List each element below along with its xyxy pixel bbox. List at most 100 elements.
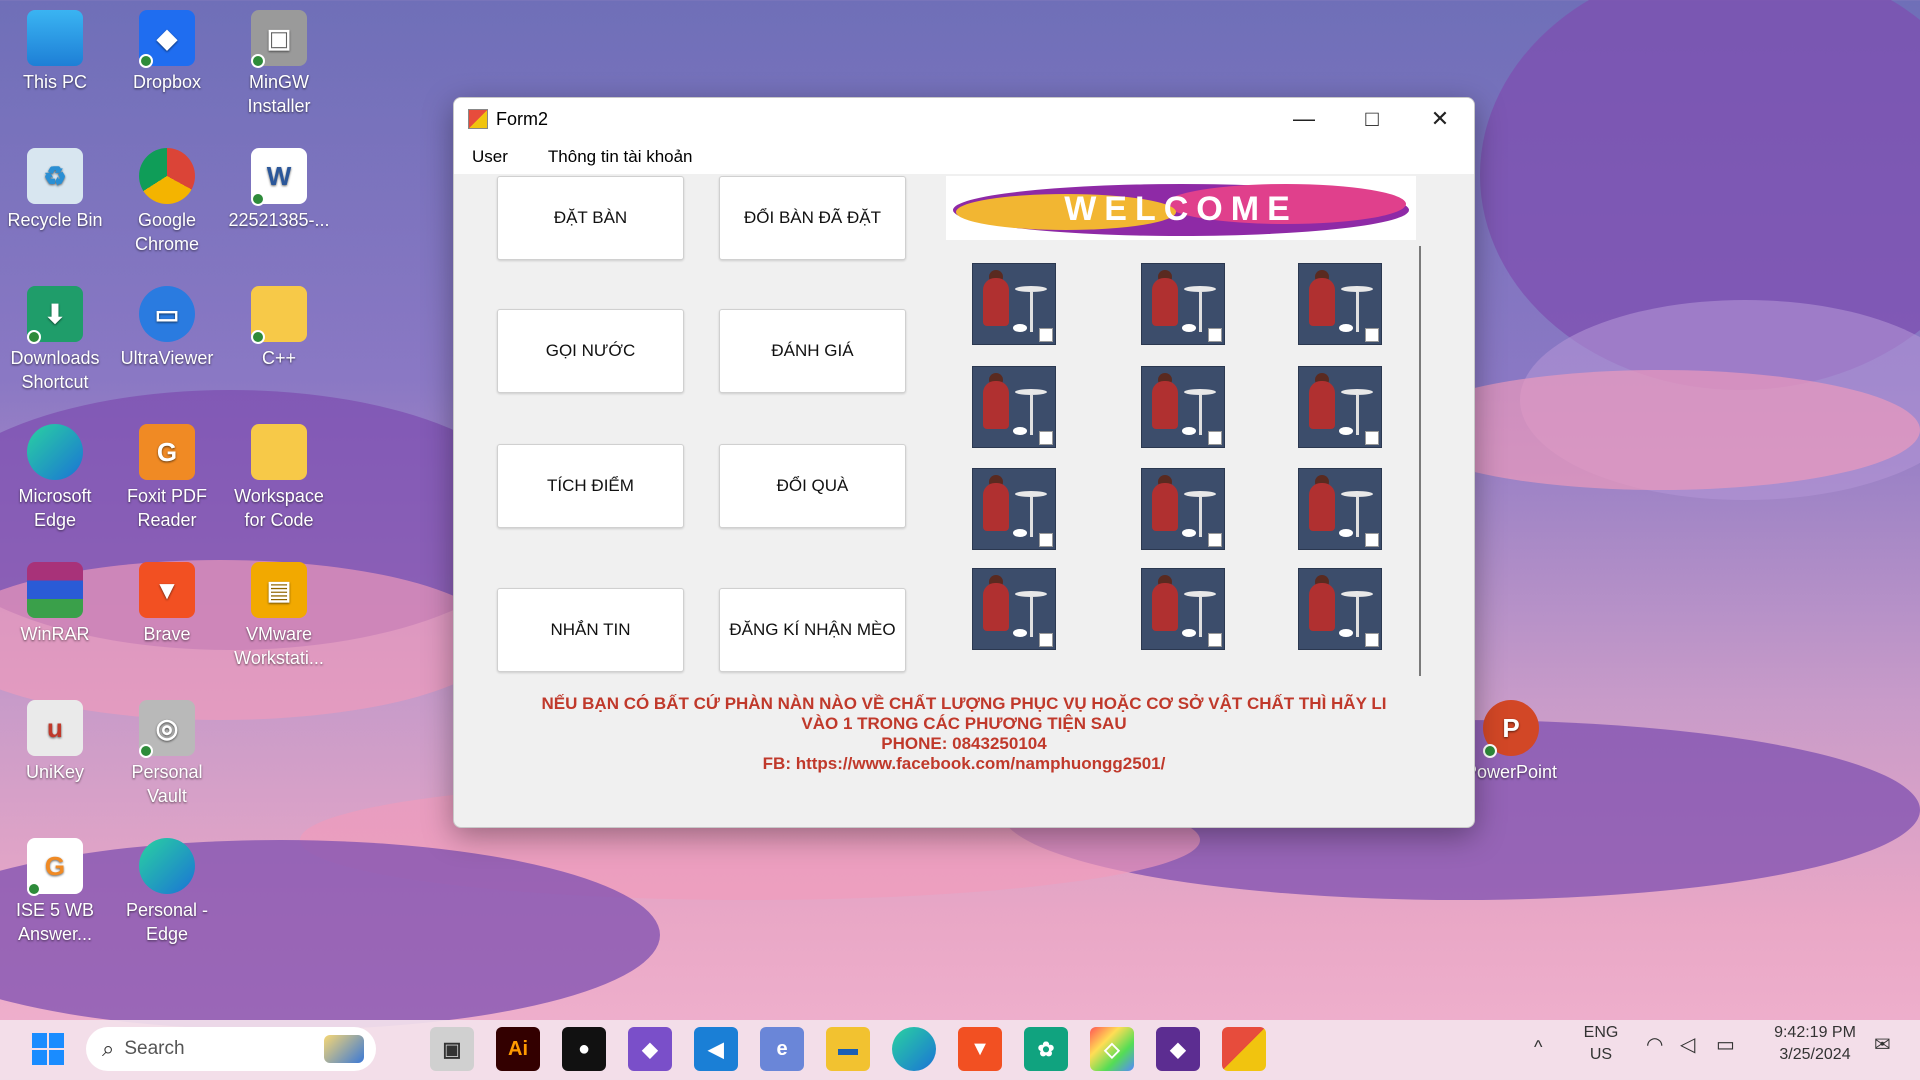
desktop-icon-dropbox[interactable]: ◆ Dropbox [112,10,222,94]
table-tile[interactable] [1298,468,1382,550]
notice-line: NẾU BẠN CÓ BẤT CỨ PHÀN NÀN NÀO VỀ CHẤT L… [541,694,1387,713]
task-view-icon[interactable]: ▣ [430,1027,474,1071]
goi-nuoc-button[interactable]: GỌI NƯỚC [497,309,684,393]
sync-check-icon [1483,744,1497,758]
desktop-icon-label: 22521385-... [228,210,330,230]
visual-studio-icon[interactable]: ◆ [628,1027,672,1071]
language-line1: ENG [1583,1024,1619,1041]
desktop-icon-unikey[interactable]: u UniKey [0,700,110,784]
tray-overflow-icon[interactable]: ^ [1534,1036,1542,1058]
desktop-icon-label: Brave [143,624,191,644]
edge-taskbar-icon[interactable] [892,1027,936,1071]
complaint-notice: NẾU BẠN CÓ BẤT CỨ PHÀN NÀN NÀO VỀ CHẤT L… [494,694,1434,774]
menu-user[interactable]: User [464,145,516,169]
taskbar-search[interactable]: ⌕ Search [86,1027,376,1071]
table-tile[interactable] [1298,568,1382,650]
vscode-icon[interactable]: ◀ [694,1027,738,1071]
minimize-button[interactable]: — [1270,98,1338,140]
desktop-icon-foxit[interactable]: G Foxit PDF Reader [112,424,222,532]
desktop-icon-mingw[interactable]: ▣ MinGW Installer [224,10,334,118]
chrome-icon [139,148,195,204]
desktop-icon-recycle-bin[interactable]: ♻ Recycle Bin [0,148,110,232]
table-checkbox[interactable] [1365,533,1379,547]
close-button[interactable]: ✕ [1406,98,1474,140]
gem-app-icon[interactable]: ◇ [1090,1027,1134,1071]
notification-icon[interactable]: ✉ [1874,1034,1891,1056]
clock[interactable]: 9:42:19 PM 3/25/2024 [1760,1022,1870,1066]
desktop-icon-edge[interactable]: Microsoft Edge [0,424,110,532]
desktop-icon-vmware[interactable]: ▤ VMware Workstati... [224,562,334,670]
table-checkbox[interactable] [1208,328,1222,342]
table-checkbox[interactable] [1208,533,1222,547]
volume-icon[interactable]: ◁ [1680,1034,1695,1056]
title-bar[interactable]: Form2 — □ ✕ [454,98,1474,140]
desktop-icon-word-doc[interactable]: W 22521385-... [224,148,334,232]
desktop-icon-workspace[interactable]: Workspace for Code [224,424,334,532]
maximize-button[interactable]: □ [1338,98,1406,140]
windows-logo-icon [32,1033,64,1065]
danh-gia-button[interactable]: ĐÁNH GIÁ [719,309,906,393]
welcome-text: WELCOME [1064,190,1298,228]
table-checkbox[interactable] [1039,533,1053,547]
table-tile[interactable] [972,366,1056,448]
dat-ban-button[interactable]: ĐẶT BÀN [497,176,684,260]
table-tile[interactable] [972,263,1056,345]
desktop-icon-label: Downloads Shortcut [10,348,100,392]
dang-ki-nhan-meo-button[interactable]: ĐĂNG KÍ NHẬN MÈO [719,588,906,672]
menu-account-info[interactable]: Thông tin tài khoản [540,145,701,169]
table-checkbox[interactable] [1365,431,1379,445]
table-tile[interactable] [1141,568,1225,650]
illustrator-icon[interactable]: Ai [496,1027,540,1071]
table-checkbox[interactable] [1365,328,1379,342]
table-checkbox[interactable] [1208,633,1222,647]
desktop-icon-ultraviewer[interactable]: ▭ UltraViewer [112,286,222,370]
table-tile[interactable] [1298,263,1382,345]
table-checkbox[interactable] [1039,431,1053,445]
wifi-icon[interactable]: ◠ [1646,1034,1663,1056]
table-tile[interactable] [972,568,1056,650]
table-checkbox[interactable] [1039,633,1053,647]
ultraviewer-icon: ▭ [139,286,195,342]
desktop-icon-personal-edge[interactable]: Personal - Edge [112,838,222,946]
file-explorer-icon[interactable]: ▬ [826,1027,870,1071]
language-indicator[interactable]: ENG US [1580,1022,1622,1066]
desktop-icon-personal-vault[interactable]: ◎ Personal Vault [112,700,222,808]
table-tile[interactable] [1141,366,1225,448]
doi-ban-button[interactable]: ĐỔI BÀN ĐÃ ĐẶT [719,176,906,260]
search-icon: ⌕ [102,1036,115,1061]
chatgpt-icon[interactable]: ✿ [1024,1027,1068,1071]
brave-lion-icon: ▼ [139,562,195,618]
recycle-bin-icon: ♻ [27,148,83,204]
desktop-icon-winrar[interactable]: WinRAR [0,562,110,646]
table-tile[interactable] [1141,468,1225,550]
desktop-icon-downloads[interactable]: ⬇ Downloads Shortcut [0,286,110,394]
edge-icon [27,424,83,480]
desktop-icon-label: Microsoft Edge [18,486,92,530]
desktop-icon-cpp-folder[interactable]: C++ [224,286,334,370]
table-checkbox[interactable] [1365,633,1379,647]
internet-explorer-icon[interactable]: e [760,1027,804,1071]
table-tile[interactable] [972,468,1056,550]
nhan-tin-button[interactable]: NHẮN TIN [497,588,684,672]
folder-icon [251,286,307,344]
doi-qua-button[interactable]: ĐỔI QUÀ [719,444,906,528]
notice-line: VÀO 1 TRONG CÁC PHƯƠNG TIỆN SAU [801,714,1127,733]
desktop-icon-chrome[interactable]: Google Chrome [112,148,222,256]
desktop-icon-ise-pdf[interactable]: G ISE 5 WB Answer... [0,838,110,946]
brave-taskbar-icon[interactable]: ▼ [958,1027,1002,1071]
start-button[interactable] [26,1027,70,1071]
table-checkbox[interactable] [1039,328,1053,342]
battery-icon[interactable]: ▭ [1716,1034,1735,1056]
tich-diem-button[interactable]: TÍCH ĐIỂM [497,444,684,528]
form-app-taskbar-icon[interactable] [1222,1027,1266,1071]
table-checkbox[interactable] [1208,431,1222,445]
table-tile[interactable] [1141,263,1225,345]
github-icon[interactable]: ● [562,1027,606,1071]
desktop-icon-brave[interactable]: ▼ Brave [112,562,222,646]
desktop-icon-label: C++ [261,348,297,368]
desktop-icon-this-pc[interactable]: This PC [0,10,110,94]
visual-studio-2-icon[interactable]: ◆ [1156,1027,1200,1071]
desktop-icon-label: Dropbox [132,72,202,92]
table-tile[interactable] [1298,366,1382,448]
desktop-icon-label: MinGW Installer [247,72,311,116]
